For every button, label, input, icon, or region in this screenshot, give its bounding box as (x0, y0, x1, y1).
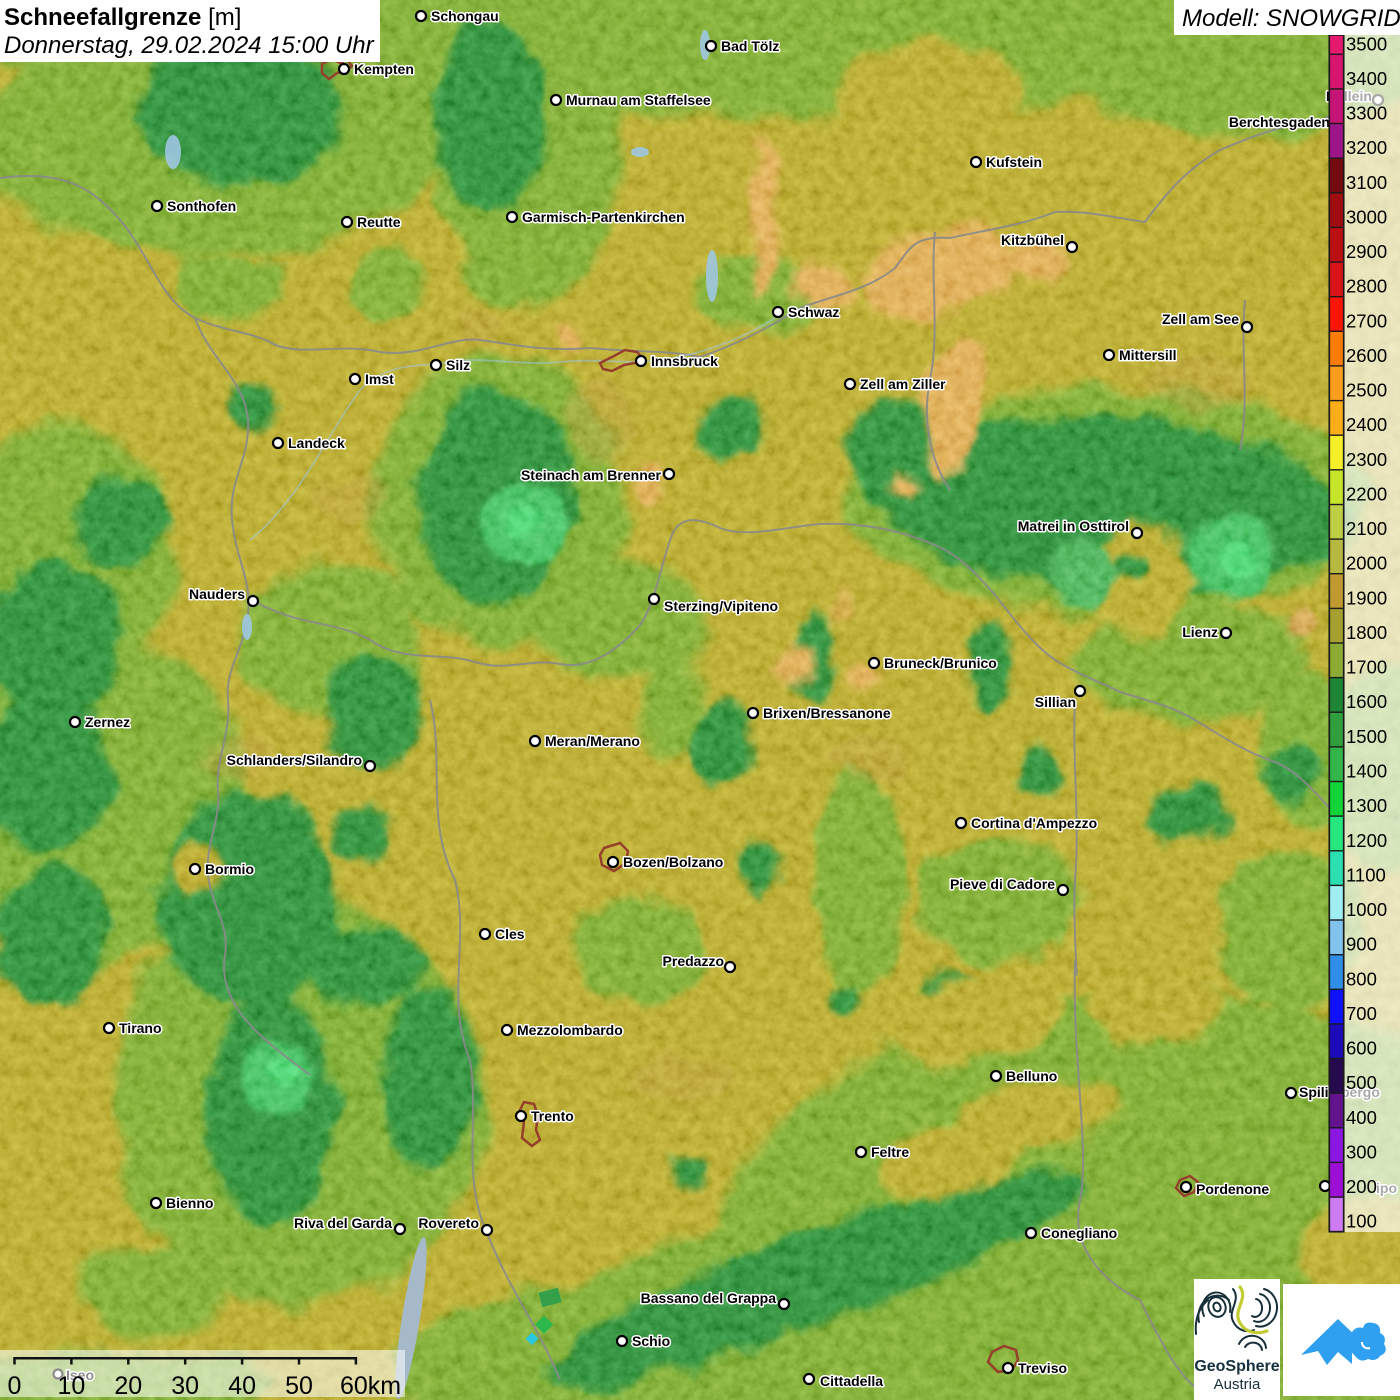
svg-text:Schongau: Schongau (431, 8, 499, 24)
svg-text:Donnerstag, 29.02.2024 15:00 U: Donnerstag, 29.02.2024 15:00 Uhr (4, 32, 375, 59)
svg-text:Pordenone: Pordenone (1196, 1181, 1269, 1197)
svg-text:Reutte: Reutte (357, 214, 401, 230)
svg-text:Kempten: Kempten (354, 61, 414, 77)
svg-text:Schlanders/Silandro: Schlanders/Silandro (227, 752, 362, 768)
svg-text:GeoSphere: GeoSphere (1194, 1358, 1279, 1375)
svg-text:Cles: Cles (495, 926, 525, 942)
svg-text:50: 50 (285, 1372, 313, 1400)
svg-text:Murnau am Staffelsee: Murnau am Staffelsee (566, 92, 711, 108)
svg-text:Predazzo: Predazzo (663, 953, 724, 969)
svg-text:Bad Tölz: Bad Tölz (721, 38, 779, 54)
svg-text:Zell am Ziller: Zell am Ziller (860, 376, 946, 392)
svg-text:Matrei in Osttirol: Matrei in Osttirol (1018, 518, 1129, 534)
svg-text:3300: 3300 (1346, 103, 1387, 124)
svg-text:Mittersill: Mittersill (1119, 347, 1177, 363)
svg-text:1800: 1800 (1346, 622, 1387, 643)
svg-text:200: 200 (1346, 1176, 1377, 1197)
svg-text:Nauders: Nauders (189, 586, 245, 602)
svg-text:60km: 60km (340, 1372, 401, 1400)
svg-text:Bienno: Bienno (166, 1195, 213, 1211)
svg-text:Cittadella: Cittadella (820, 1373, 883, 1389)
svg-text:Conegliano: Conegliano (1041, 1225, 1117, 1241)
svg-text:1600: 1600 (1346, 691, 1387, 712)
svg-text:1400: 1400 (1346, 761, 1387, 782)
svg-text:1100: 1100 (1346, 864, 1386, 885)
svg-text:Bormio: Bormio (205, 861, 254, 877)
svg-text:Garmisch-Partenkirchen: Garmisch-Partenkirchen (522, 209, 685, 225)
svg-text:0: 0 (8, 1372, 22, 1400)
svg-text:Modell: SNOWGRID: Modell: SNOWGRID (1182, 5, 1400, 32)
svg-text:300: 300 (1346, 1141, 1377, 1162)
svg-text:Berchtesgaden: Berchtesgaden (1229, 114, 1330, 130)
svg-text:2100: 2100 (1346, 518, 1387, 539)
svg-text:Steinach am Brenner: Steinach am Brenner (521, 467, 662, 483)
svg-text:2900: 2900 (1346, 241, 1387, 262)
svg-text:2000: 2000 (1346, 553, 1387, 574)
svg-text:Zell am See: Zell am See (1162, 311, 1239, 327)
svg-text:Bruneck/Brunico: Bruneck/Brunico (884, 655, 997, 671)
svg-text:Kufstein: Kufstein (986, 154, 1042, 170)
svg-text:20: 20 (114, 1372, 142, 1400)
svg-text:3000: 3000 (1346, 206, 1387, 227)
svg-text:Innsbruck: Innsbruck (651, 353, 718, 369)
svg-text:2500: 2500 (1346, 380, 1387, 401)
svg-text:3200: 3200 (1346, 137, 1387, 158)
svg-text:Schwaz: Schwaz (788, 304, 839, 320)
svg-text:1200: 1200 (1346, 830, 1387, 851)
svg-text:Sillian: Sillian (1035, 694, 1076, 710)
svg-text:Imst: Imst (365, 371, 394, 387)
svg-text:Schio: Schio (632, 1333, 670, 1349)
svg-text:500: 500 (1346, 1072, 1377, 1093)
svg-text:3100: 3100 (1346, 172, 1387, 193)
svg-text:Brixen/Bressanone: Brixen/Bressanone (763, 705, 891, 721)
svg-text:Schneefallgrenze [m]: Schneefallgrenze [m] (4, 4, 241, 31)
svg-text:Riva del Garda: Riva del Garda (294, 1215, 392, 1231)
svg-text:3400: 3400 (1346, 68, 1387, 89)
svg-text:2300: 2300 (1346, 449, 1387, 470)
svg-text:2200: 2200 (1346, 484, 1387, 505)
svg-text:Lienz: Lienz (1182, 624, 1218, 640)
svg-text:Treviso: Treviso (1018, 1360, 1067, 1376)
svg-text:Bassano del Grappa: Bassano del Grappa (641, 1290, 777, 1306)
svg-text:Kitzbühel: Kitzbühel (1001, 232, 1064, 248)
svg-text:1700: 1700 (1346, 657, 1387, 678)
svg-text:1300: 1300 (1346, 795, 1387, 816)
svg-text:1900: 1900 (1346, 587, 1387, 608)
svg-text:Trento: Trento (531, 1108, 574, 1124)
svg-text:2800: 2800 (1346, 276, 1387, 297)
svg-text:1500: 1500 (1346, 726, 1387, 747)
svg-text:Tirano: Tirano (119, 1020, 162, 1036)
svg-text:3500: 3500 (1346, 33, 1387, 54)
svg-text:800: 800 (1346, 968, 1377, 989)
svg-text:2700: 2700 (1346, 310, 1387, 331)
svg-text:Sonthofen: Sonthofen (167, 198, 236, 214)
svg-text:10: 10 (57, 1372, 85, 1400)
svg-text:700: 700 (1346, 1003, 1377, 1024)
svg-text:400: 400 (1346, 1107, 1377, 1128)
svg-text:Zernez: Zernez (85, 714, 130, 730)
svg-text:Cortina d'Ampezzo: Cortina d'Ampezzo (971, 815, 1097, 831)
svg-text:Silz: Silz (446, 357, 470, 373)
svg-text:100: 100 (1346, 1211, 1377, 1232)
svg-text:Belluno: Belluno (1006, 1068, 1057, 1084)
svg-text:Feltre: Feltre (871, 1144, 909, 1160)
svg-text:40: 40 (228, 1372, 256, 1400)
svg-text:Rovereto: Rovereto (418, 1215, 479, 1231)
svg-text:600: 600 (1346, 1038, 1377, 1059)
svg-text:Bozen/Bolzano: Bozen/Bolzano (623, 854, 723, 870)
svg-text:Meran/Merano: Meran/Merano (545, 733, 640, 749)
svg-text:1000: 1000 (1346, 899, 1387, 920)
svg-text:2400: 2400 (1346, 414, 1387, 435)
svg-text:2600: 2600 (1346, 345, 1387, 366)
svg-text:900: 900 (1346, 934, 1377, 955)
svg-text:Sterzing/Vipiteno: Sterzing/Vipiteno (664, 598, 778, 614)
svg-text:Mezzolombardo: Mezzolombardo (517, 1022, 623, 1038)
svg-text:30: 30 (171, 1372, 199, 1400)
svg-text:Landeck: Landeck (288, 435, 345, 451)
svg-text:Austria: Austria (1214, 1376, 1261, 1393)
svg-text:Pieve di Cadore: Pieve di Cadore (950, 876, 1055, 892)
